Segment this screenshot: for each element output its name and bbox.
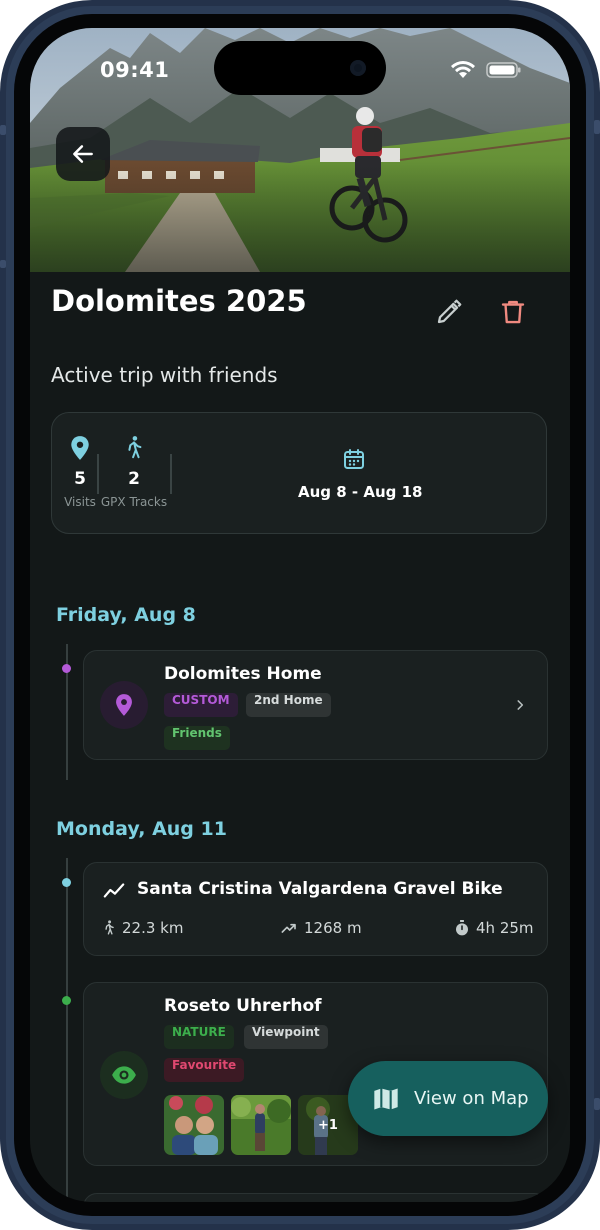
eye-icon [112, 1066, 136, 1084]
visit-title: Dolomites Home [164, 664, 322, 684]
view-on-map-button[interactable]: View on Map [348, 1061, 548, 1136]
dynamic-island [214, 41, 386, 95]
action-button [0, 125, 6, 135]
calendar-icon [344, 449, 364, 469]
pencil-icon [437, 299, 462, 324]
edit-button[interactable] [434, 297, 470, 333]
trip-description: Active trip with friends [51, 363, 278, 387]
distance-value: 22.3 km [122, 919, 184, 937]
photo-thumbnail[interactable] [164, 1095, 224, 1155]
chevron-right-icon [517, 700, 524, 710]
tracks-count: 2 [128, 469, 140, 489]
tag: 2nd Home [246, 693, 331, 717]
visit-icon-circle [100, 1051, 148, 1099]
timeline-line [66, 858, 68, 1202]
group-tag: Friends [164, 726, 230, 750]
volume-up-button [0, 260, 6, 268]
back-button[interactable] [56, 127, 110, 181]
visits-label: Visits [64, 495, 96, 509]
trash-icon [501, 300, 525, 324]
track-title: Santa Cristina Valgardena Gravel Bike [137, 879, 503, 899]
favourite-tag: Favourite [164, 1058, 245, 1082]
location-pin-icon [71, 436, 89, 460]
hiker-icon [105, 920, 114, 935]
stats-divider [170, 454, 172, 494]
tag: Viewpoint [244, 1025, 328, 1049]
page-title: Dolomites 2025 [51, 284, 307, 318]
tracks-label: GPX Tracks [100, 495, 168, 509]
volume-down-button [594, 1098, 600, 1110]
phone-frame: 09:41 Dolomites 2025 Active trip with fr… [0, 0, 600, 1230]
visit-title: Roseto Uhrerhof [164, 996, 322, 1016]
screen: 09:41 Dolomites 2025 Active trip with fr… [30, 28, 570, 1202]
distance-metric: 22.3 km [102, 919, 183, 937]
day-header: Friday, Aug 8 [56, 604, 196, 626]
timer-icon [456, 920, 468, 936]
category-tag: NATURE [164, 1025, 234, 1049]
photo-forest-image [231, 1095, 291, 1155]
timeline-dot [62, 996, 71, 1005]
arrow-left-icon [73, 145, 93, 163]
tracks-stat: 2 GPX Tracks [98, 435, 170, 509]
category-tag: CUSTOM [164, 693, 238, 717]
visit-icon-circle [100, 681, 148, 729]
photo-selfie-image [164, 1095, 224, 1155]
duration-metric: 4h 25m [454, 919, 534, 937]
duration-value: 4h 25m [476, 919, 534, 937]
battery-icon [486, 62, 521, 78]
hiker-icon [128, 436, 142, 459]
track-card[interactable]: Santa Cristina Valgardena Gravel Bike 22… [83, 862, 548, 956]
photo-thumbnail[interactable] [231, 1095, 291, 1155]
wifi-icon [451, 61, 475, 78]
trending-up-icon [281, 923, 296, 933]
delete-button[interactable] [498, 297, 534, 333]
timeline-dot [62, 878, 71, 887]
map-icon [374, 1088, 398, 1109]
power-button [594, 120, 600, 134]
location-pin-icon [116, 694, 132, 716]
visits-stat: 5 Visits [62, 435, 98, 509]
visits-count: 5 [74, 469, 86, 489]
elevation-value: 1268 m [304, 919, 362, 937]
status-time: 09:41 [100, 58, 170, 82]
next-card-peek [83, 1193, 548, 1202]
trending-line-icon [103, 883, 125, 898]
hero-photo: 09:41 [30, 28, 570, 272]
timeline-dot [62, 664, 71, 673]
elevation-metric: 1268 m [280, 919, 362, 937]
date-range: Aug 8 - Aug 18 [298, 483, 423, 501]
front-camera [350, 60, 366, 76]
fab-label: View on Map [414, 1088, 529, 1109]
day-header: Monday, Aug 11 [56, 818, 227, 840]
trip-stats-card: 5 Visits 2 GPX Tracks Aug 8 - Aug 18 [51, 412, 547, 534]
visit-card[interactable]: Dolomites Home CUSTOM 2nd Home Friends [83, 650, 548, 760]
